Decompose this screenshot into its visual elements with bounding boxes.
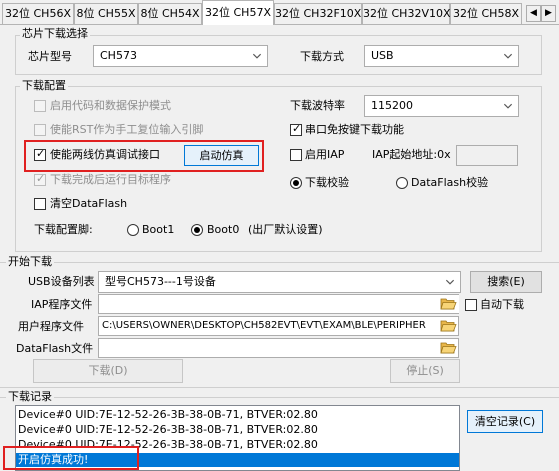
- chip-model-select[interactable]: CH573: [93, 45, 268, 67]
- dataflash-file-input[interactable]: [98, 338, 459, 358]
- tab-ch32v10x[interactable]: 32位 CH32V10X: [362, 3, 451, 24]
- usb-device-select[interactable]: 型号CH573---1号设备: [98, 271, 461, 293]
- chip-select-title: 芯片下载选择: [20, 27, 90, 40]
- tab-scroll-left[interactable]: ◀: [526, 5, 541, 22]
- tab-ch57x[interactable]: 32位 CH57X: [202, 0, 274, 25]
- user-file-input[interactable]: C:\USERS\OWNER\DESKTOP\CH582EVT\EVT\EXAM…: [98, 316, 459, 336]
- clear-log-button[interactable]: 清空记录(C): [467, 410, 543, 433]
- boot0-radio[interactable]: [191, 224, 203, 236]
- enable-protect-label: 启用代码和数据保护模式: [50, 99, 171, 112]
- download-verify-label: 下载校验: [305, 176, 349, 189]
- highlight-box: [24, 140, 264, 172]
- enable-rst-checkbox[interactable]: [34, 124, 46, 136]
- enable-protect-checkbox[interactable]: [34, 100, 46, 112]
- run-after-checkbox[interactable]: ✓: [34, 172, 46, 186]
- tab-ch56x[interactable]: 32位 CH56X: [2, 3, 74, 24]
- checkmark-icon: ✓: [36, 172, 46, 185]
- clear-dataflash-label: 清空DataFlash: [50, 197, 128, 210]
- tab-ch58x[interactable]: 32位 CH58X: [450, 3, 522, 24]
- iap-file-input[interactable]: [98, 294, 459, 314]
- enable-rst-label: 使能RST作为手工复位输入引脚: [50, 123, 204, 136]
- boot0-note: (出厂默认设置): [248, 223, 323, 236]
- enable-iap-label: 启用IAP: [305, 148, 345, 161]
- download-mode-label: 下载方式: [300, 50, 344, 63]
- baud-rate-select[interactable]: 115200: [364, 95, 519, 117]
- dataflash-verify-radio[interactable]: [396, 177, 408, 189]
- download-mode-value: USB: [371, 49, 394, 62]
- download-button[interactable]: 下载(D): [33, 359, 183, 383]
- dataflash-verify-label: DataFlash校验: [411, 176, 489, 189]
- tab-ch55x[interactable]: 8位 CH55X: [74, 3, 138, 24]
- tab-ch32f10x[interactable]: 32位 CH32F10X: [274, 3, 362, 24]
- checkmark-icon: ✓: [292, 122, 302, 135]
- iap-address-input[interactable]: [456, 145, 518, 166]
- clear-dataflash-checkbox[interactable]: [34, 198, 46, 210]
- boot1-radio[interactable]: [127, 224, 139, 236]
- chevron-down-icon: [503, 53, 513, 59]
- highlight-box: [3, 446, 139, 470]
- download-pin-label: 下载配置脚:: [34, 223, 93, 236]
- tab-strip: 32位 CH56X 8位 CH55X 8位 CH54X 32位 CH57X 32…: [0, 0, 559, 25]
- run-after-label: 下载完成后运行目标程序: [50, 173, 171, 186]
- download-config-title: 下载配置: [20, 79, 68, 92]
- chevron-down-icon: [445, 279, 455, 285]
- log-title: 下载记录: [6, 390, 54, 403]
- enable-iap-checkbox[interactable]: [290, 149, 302, 161]
- dataflash-file-label: DataFlash文件: [16, 342, 94, 355]
- auto-download-checkbox[interactable]: [465, 299, 477, 311]
- start-download-title: 开始下载: [6, 255, 54, 268]
- baud-rate-label: 下载波特率: [290, 99, 345, 112]
- usb-device-list-label: USB设备列表: [28, 275, 95, 288]
- tab-ch54x[interactable]: 8位 CH54X: [138, 3, 202, 24]
- folder-open-icon[interactable]: [440, 341, 457, 354]
- log-line: Device#0 UID:7E-12-52-26-3B-38-0B-71, BT…: [18, 408, 318, 421]
- chevron-down-icon: [252, 53, 262, 59]
- log-line: Device#0 UID:7E-12-52-26-3B-38-0B-71, BT…: [18, 423, 318, 436]
- serial-key-free-label: 串口免按键下载功能: [305, 123, 404, 136]
- serial-key-free-checkbox[interactable]: ✓: [290, 122, 302, 136]
- usb-device-value: 型号CH573---1号设备: [105, 275, 216, 288]
- boot0-label: Boot0: [207, 223, 240, 236]
- user-file-label: 用户程序文件: [18, 320, 84, 333]
- chip-model-label: 芯片型号: [28, 50, 72, 63]
- chevron-down-icon: [503, 103, 513, 109]
- search-button[interactable]: 搜索(E): [470, 271, 542, 293]
- boot1-label: Boot1: [142, 223, 175, 236]
- download-mode-select[interactable]: USB: [364, 45, 519, 67]
- folder-open-icon[interactable]: [440, 297, 457, 310]
- auto-download-label: 自动下载: [480, 298, 524, 311]
- chip-model-value: CH573: [100, 49, 137, 62]
- iap-file-label: IAP程序文件: [31, 298, 93, 311]
- download-verify-radio[interactable]: [290, 177, 302, 189]
- iap-address-label: IAP起始地址:0x: [372, 148, 451, 161]
- stop-button[interactable]: 停止(S): [390, 359, 460, 383]
- folder-open-icon[interactable]: [440, 319, 457, 332]
- baud-rate-value: 115200: [371, 99, 413, 112]
- tab-scroll-right[interactable]: ▶: [541, 5, 556, 22]
